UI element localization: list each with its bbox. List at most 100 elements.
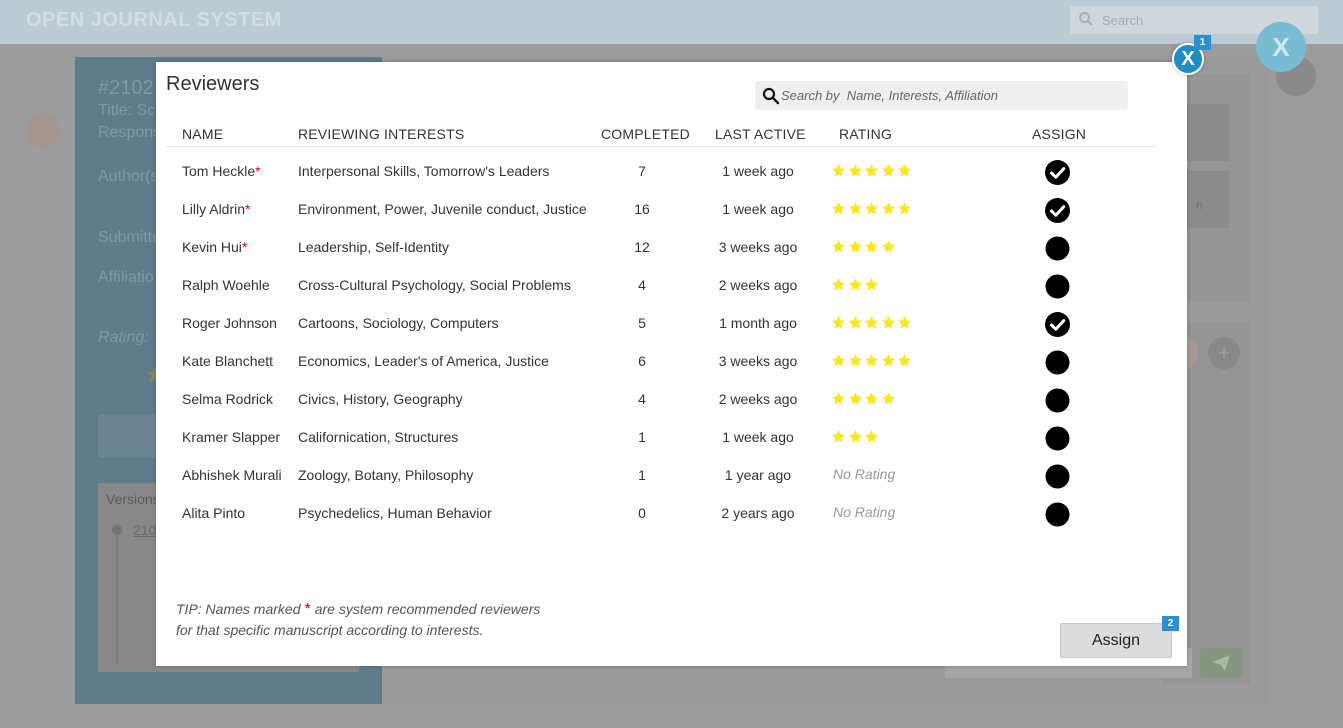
reviewer-completed: 0 bbox=[638, 505, 646, 521]
reviewer-name[interactable]: Selma Rodrick bbox=[182, 391, 273, 407]
star-icon bbox=[848, 315, 865, 330]
versions-label: Versions bbox=[106, 491, 160, 507]
reviewer-completed: 7 bbox=[638, 163, 646, 179]
star-icon bbox=[831, 277, 848, 292]
star-icon bbox=[897, 315, 914, 330]
star-icon bbox=[848, 353, 865, 368]
table-row: Ralph Woehle Cross-Cultural Psychology, S… bbox=[166, 266, 1157, 304]
reviewer-last-active: 1 week ago bbox=[722, 429, 794, 445]
star-icon bbox=[864, 391, 881, 406]
assign-check-icon[interactable] bbox=[1045, 312, 1070, 337]
global-search-placeholder: Search bbox=[1102, 13, 1144, 28]
star-icon bbox=[897, 201, 914, 216]
star-icon bbox=[848, 391, 865, 406]
table-row: Abhishek Murali Zoology, Botany, Philosop… bbox=[166, 456, 1157, 494]
reviewer-last-active: 2 years ago bbox=[721, 505, 795, 521]
assign-unchecked-icon[interactable] bbox=[1045, 236, 1070, 261]
star-icon bbox=[864, 353, 881, 368]
assign-unchecked-icon[interactable] bbox=[1045, 274, 1070, 299]
reviewer-interests: Leadership, Self-Identity bbox=[298, 239, 449, 255]
reviewer-name[interactable]: Abhishek Murali bbox=[182, 467, 282, 483]
assign-unchecked-icon[interactable] bbox=[1045, 464, 1070, 489]
reviewer-search-box bbox=[755, 81, 1128, 110]
reviewer-rating bbox=[831, 386, 897, 410]
reviewer-interests: Californication, Structures bbox=[298, 429, 459, 445]
column-header-rating[interactable]: RATING bbox=[839, 126, 892, 142]
reviewer-last-active: 1 year ago bbox=[724, 467, 792, 483]
table-row: Lilly Aldrin* Environment, Power, Juvenil… bbox=[166, 190, 1157, 228]
reviewer-interests: Cartoons, Sociology, Computers bbox=[298, 315, 499, 331]
star-icon bbox=[897, 353, 914, 368]
assign-unchecked-icon[interactable] bbox=[1045, 502, 1070, 527]
table-header: NAME REVIEWING INTERESTS COMPLETED LAST … bbox=[166, 124, 1157, 147]
reviewer-interests: Civics, History, Geography bbox=[298, 391, 463, 407]
tip-line-1: TIP: Names marked * are system recommended… bbox=[176, 601, 541, 618]
modal-title: Reviewers bbox=[166, 73, 260, 95]
star-icon bbox=[881, 315, 898, 330]
app-title: OPEN JOURNAL SYSTEM bbox=[26, 9, 282, 31]
reviewer-rating: No Rating bbox=[831, 462, 895, 486]
reviewer-completed: 1 bbox=[638, 429, 646, 445]
close-page-button[interactable]: X bbox=[1256, 22, 1306, 72]
no-rating-label: No Rating bbox=[833, 504, 896, 520]
table-row: Roger Johnson Cartoons, Sociology, Comput… bbox=[166, 304, 1157, 342]
star-icon bbox=[864, 315, 881, 330]
assign-check-icon[interactable] bbox=[1045, 198, 1070, 223]
reviewer-completed: 4 bbox=[638, 391, 646, 407]
assign-unchecked-icon[interactable] bbox=[1045, 388, 1070, 413]
search-icon bbox=[762, 87, 780, 105]
assign-button[interactable]: Assign bbox=[1060, 623, 1172, 658]
reviewer-name[interactable]: Roger Johnson bbox=[182, 315, 277, 331]
reviewer-search-input[interactable] bbox=[781, 83, 1121, 108]
timeline-dot-icon bbox=[112, 525, 122, 535]
reviewer-name[interactable]: Kevin Hui* bbox=[182, 239, 247, 255]
star-icon bbox=[831, 391, 848, 406]
add-icon[interactable]: + bbox=[1208, 337, 1240, 369]
required-marker: * bbox=[304, 601, 311, 618]
reviewer-completed: 6 bbox=[638, 353, 646, 369]
reviewer-name[interactable]: Tom Heckle* bbox=[182, 163, 261, 179]
tip-text: TIP: Names marked * are system recommended… bbox=[176, 599, 540, 641]
star-icon bbox=[848, 239, 865, 254]
reviewer-completed: 12 bbox=[634, 239, 650, 255]
table-row: Selma Rodrick Civics, History, Geography 4… bbox=[166, 380, 1157, 418]
assign-unchecked-icon[interactable] bbox=[1045, 426, 1070, 451]
star-icon bbox=[848, 429, 865, 444]
send-icon bbox=[1212, 655, 1230, 671]
table-row: Tom Heckle* Interpersonal Skills, Tomorro… bbox=[166, 152, 1157, 190]
star-icon bbox=[881, 201, 898, 216]
reviewer-name[interactable]: Kate Blanchett bbox=[182, 353, 273, 369]
reviewer-completed: 1 bbox=[638, 467, 646, 483]
send-button[interactable] bbox=[1200, 648, 1242, 678]
reviewer-last-active: 1 week ago bbox=[722, 201, 794, 217]
assign-check-icon[interactable] bbox=[1045, 160, 1070, 185]
required-marker: * bbox=[245, 201, 251, 217]
reviewer-name[interactable]: Kramer Slapper bbox=[182, 429, 280, 445]
timeline-line bbox=[116, 535, 118, 665]
reviewer-last-active: 3 weeks ago bbox=[718, 353, 798, 369]
panel-action-button[interactable] bbox=[98, 414, 158, 458]
side-card-label: n bbox=[1196, 198, 1203, 212]
version-link[interactable]: 210 bbox=[133, 522, 156, 538]
column-header-name[interactable]: NAME bbox=[182, 126, 223, 142]
reviewer-name[interactable]: Alita Pinto bbox=[182, 505, 245, 521]
column-header-interests[interactable]: REVIEWING INTERESTS bbox=[298, 126, 464, 142]
column-header-last-active[interactable]: LAST ACTIVE bbox=[715, 126, 806, 142]
column-header-assign[interactable]: ASSIGN bbox=[1032, 126, 1086, 142]
reviewer-completed: 16 bbox=[634, 201, 650, 217]
reviewer-last-active: 2 weeks ago bbox=[718, 277, 798, 293]
reviewer-completed: 5 bbox=[638, 315, 646, 331]
submission-affiliation: Affiliatio bbox=[98, 269, 154, 286]
reviewer-name[interactable]: Ralph Woehle bbox=[182, 277, 270, 293]
reviewer-name[interactable]: Lilly Aldrin* bbox=[182, 201, 250, 217]
reviewer-interests: Zoology, Botany, Philosophy bbox=[298, 467, 474, 483]
step-badge: 1 bbox=[1194, 35, 1211, 50]
star-icon bbox=[831, 315, 848, 330]
column-header-completed[interactable]: COMPLETED bbox=[601, 126, 690, 142]
assign-unchecked-icon[interactable] bbox=[1045, 350, 1070, 375]
no-rating-label: No Rating bbox=[833, 466, 896, 482]
submission-authors: Author(s bbox=[98, 168, 159, 185]
star-icon bbox=[881, 353, 898, 368]
reviewer-rating bbox=[831, 196, 914, 220]
star-icon bbox=[881, 391, 898, 406]
